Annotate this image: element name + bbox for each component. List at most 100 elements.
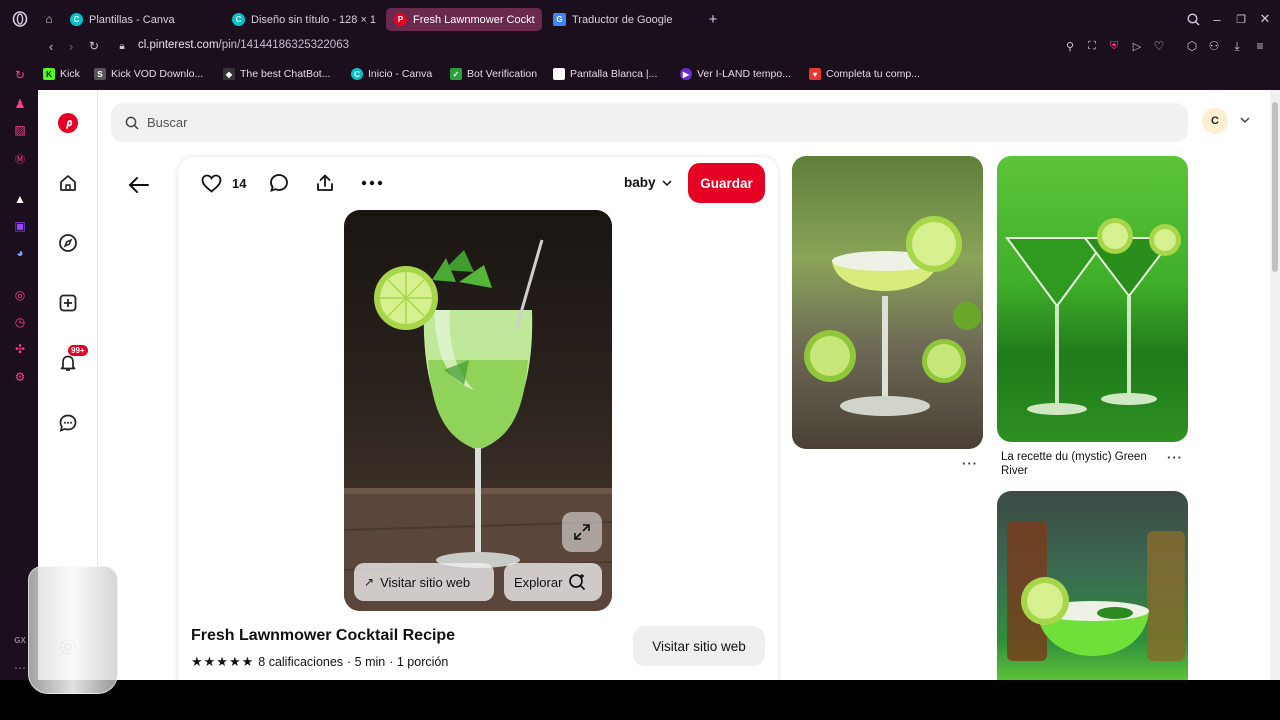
favorites-heart-icon[interactable]: ♡: [1150, 37, 1168, 55]
bookmark-bot-verification[interactable]: ✓ Bot Verification: [450, 66, 537, 82]
notification-badge: 99+: [68, 345, 88, 356]
more-options-icon[interactable]: [360, 172, 384, 194]
pin-meta: ★★★★★ 8 calificaciones · 5 min · 1 porci…: [191, 654, 448, 670]
gamepad-icon[interactable]: ⌂: [40, 10, 58, 28]
share-icon[interactable]: [314, 172, 336, 194]
bookmark-label: Kick: [60, 68, 80, 80]
bookmark-chatbot[interactable]: ◆ The best ChatBot...: [223, 66, 330, 82]
profile-icon[interactable]: ⚇: [1205, 37, 1223, 55]
restore-icon[interactable]: ❐: [1232, 10, 1250, 28]
twitch-icon[interactable]: ▣: [12, 218, 28, 234]
pinterest-page: 99+ C 14: [38, 90, 1270, 680]
notifications-bell-icon[interactable]: 99+: [55, 345, 88, 376]
opera-sidebar-icon[interactable]: ◎: [12, 287, 28, 303]
related-pin-image[interactable]: [997, 491, 1188, 680]
google-translate-icon: G: [553, 13, 566, 26]
kick-vod-icon: S: [94, 68, 106, 80]
explore-icon[interactable]: [55, 230, 81, 256]
pin-extension-icon[interactable]: ⚲: [1061, 37, 1079, 55]
tab-label: Traductor de Google: [572, 13, 673, 26]
expand-icon[interactable]: [562, 512, 602, 552]
search-tabs-icon[interactable]: [1184, 10, 1202, 28]
pinterest-logo-icon[interactable]: [55, 110, 81, 136]
search-icon: [125, 116, 139, 130]
search-bar[interactable]: [111, 103, 1188, 142]
bookmark-label: Inicio - Canva: [368, 68, 433, 80]
back-arrow-button[interactable]: [124, 170, 154, 200]
explore-button[interactable]: Explorar: [504, 563, 602, 601]
play-icon: ▶: [680, 68, 692, 80]
new-tab-icon[interactable]: +: [704, 10, 722, 28]
bookmark-kick-vod[interactable]: S Kick VOD Downlo...: [94, 66, 203, 82]
more-sidebar-icon[interactable]: ⋯: [12, 660, 28, 676]
opera-logo-icon[interactable]: [11, 10, 29, 28]
downloads-icon[interactable]: ⤓: [1228, 37, 1246, 55]
tab-label: Plantillas - Canva: [89, 13, 175, 26]
account-chevron-down-icon[interactable]: [1238, 113, 1254, 129]
tab-diseno-canva[interactable]: C Diseño sin título - 128 × 1: [224, 8, 382, 31]
discord-icon[interactable]: ◕: [12, 245, 28, 261]
aria-icon[interactable]: ▲: [12, 191, 28, 207]
white-page-icon: [553, 68, 565, 80]
vpn-shield-icon[interactable]: ⛨: [1105, 37, 1123, 55]
like-count: 14: [232, 176, 247, 191]
jalapeno-margarita-illustration: [1007, 521, 1185, 661]
reload-icon[interactable]: ↻: [85, 37, 103, 55]
comment-icon[interactable]: [268, 172, 290, 194]
kick-icon: K: [43, 68, 55, 80]
bookmark-iland[interactable]: ▶ Ver I-LAND tempo...: [680, 66, 791, 82]
player-sidebar-icon[interactable]: ♟: [12, 96, 28, 112]
gx-mods-icon[interactable]: Ⓜ: [12, 150, 28, 166]
home-icon[interactable]: [55, 170, 81, 196]
tab-google-translate[interactable]: G Traductor de Google: [545, 8, 695, 31]
back-icon[interactable]: ‹: [42, 37, 60, 55]
bookmark-kick[interactable]: K Kick: [43, 66, 80, 82]
history-icon[interactable]: ◷: [12, 314, 28, 330]
related-pin-image[interactable]: [997, 156, 1188, 442]
related-pin-image[interactable]: [792, 156, 983, 449]
extensions-icon[interactable]: ⬡: [1183, 37, 1201, 55]
tab-plantillas-canva[interactable]: C Plantillas - Canva: [62, 8, 222, 31]
rating-count[interactable]: 8 calificaciones: [258, 655, 343, 669]
scrollbar-thumb[interactable]: [1272, 102, 1278, 272]
player-icon[interactable]: ▷: [1128, 37, 1146, 55]
avatar[interactable]: C: [1202, 108, 1228, 134]
explore-label: Explorar: [514, 574, 563, 590]
bookmark-canva[interactable]: C Inicio - Canva: [351, 66, 432, 82]
canva-icon: C: [70, 13, 83, 26]
more-options-icon[interactable]: ···: [1167, 450, 1183, 465]
close-window-icon[interactable]: ✕: [1256, 10, 1274, 28]
canva-icon: C: [351, 68, 363, 80]
forward-icon[interactable]: ›: [62, 37, 80, 55]
board-name: baby: [624, 175, 656, 190]
board-selector[interactable]: baby: [624, 175, 673, 190]
pin-title: Fresh Lawnmower Cocktail Recipe: [191, 627, 456, 644]
bookmark-pantalla-blanca[interactable]: Pantalla Blanca |...: [553, 66, 657, 82]
pin-image[interactable]: ↗ Visitar sitio web Explorar: [344, 210, 612, 611]
browser-window: ⌂ C Plantillas - Canva C Diseño sin títu…: [0, 0, 1280, 680]
related-pin-caption[interactable]: La recette du (mystic) Green River: [1001, 450, 1166, 478]
bookmark-label: Completa tu comp...: [826, 68, 920, 80]
pinterest-icon: P: [394, 13, 407, 26]
save-button[interactable]: Guardar: [688, 163, 765, 203]
address-bar[interactable]: cl.pinterest.com/pin/14144186325322063: [138, 39, 349, 51]
visit-site-button[interactable]: Visitar sitio web: [633, 626, 765, 666]
minimize-icon[interactable]: –: [1208, 10, 1226, 28]
tab-pinterest-pin[interactable]: P Fresh Lawnmower Cockt: [386, 8, 542, 31]
page-scrollbar[interactable]: [1270, 90, 1280, 680]
like-heart-icon[interactable]: [200, 172, 222, 194]
search-input[interactable]: [147, 115, 1047, 130]
more-options-icon[interactable]: ···: [962, 456, 978, 471]
bookmark-completa[interactable]: ♥ Completa tu comp...: [809, 66, 920, 82]
chevron-down-icon: [661, 179, 672, 186]
bookmark-label: Bot Verification: [467, 68, 538, 80]
menu-icon[interactable]: ≡: [1251, 37, 1269, 55]
settings-sidebar-icon[interactable]: ⚙: [12, 369, 28, 385]
create-icon[interactable]: [55, 290, 81, 316]
extensions-sidebar-icon[interactable]: ✣: [12, 341, 28, 357]
visit-site-image-button[interactable]: ↗ Visitar sitio web: [354, 563, 494, 601]
gx-corner-icon[interactable]: ↻: [12, 67, 28, 83]
screenshot-icon[interactable]: ⛶: [1083, 37, 1101, 55]
messages-icon[interactable]: [55, 410, 81, 436]
gx-control-icon[interactable]: ▨: [12, 122, 28, 138]
